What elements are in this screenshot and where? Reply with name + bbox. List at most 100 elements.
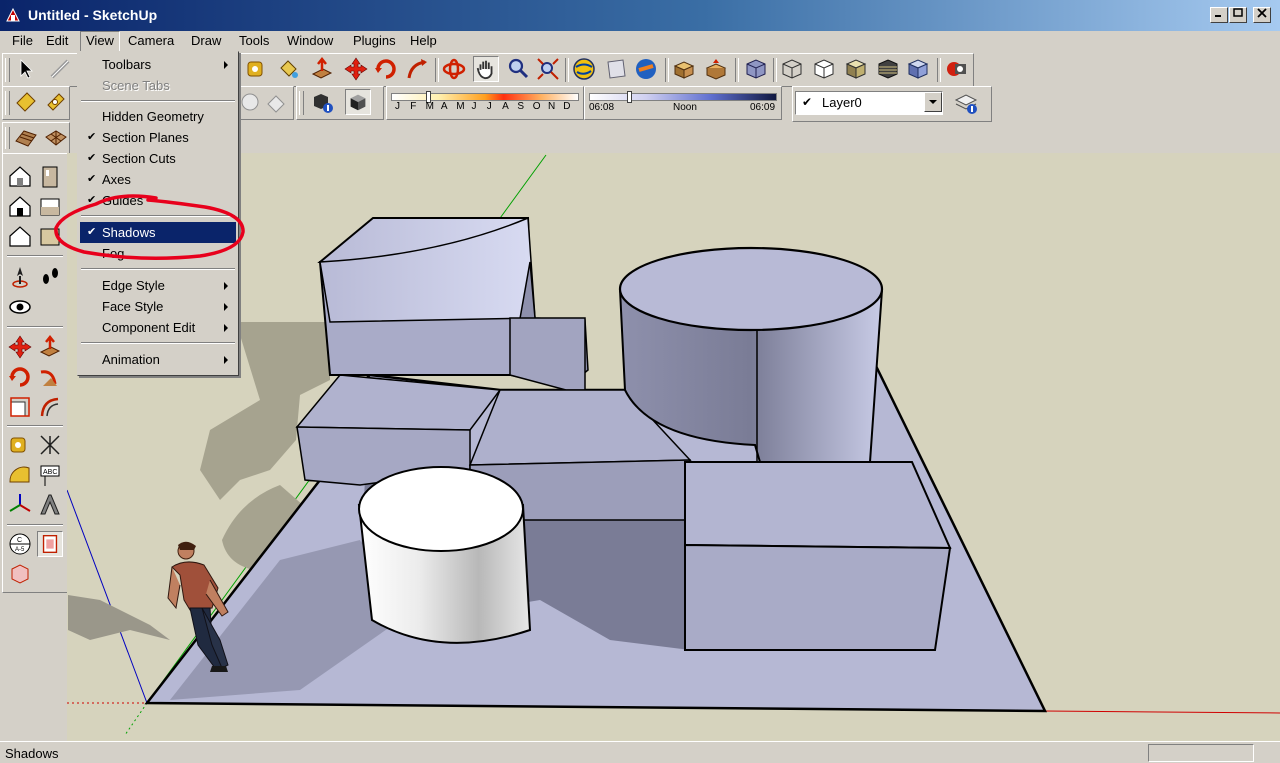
menu-tools[interactable]: Tools: [233, 31, 275, 55]
sketchup-app-icon[interactable]: [5, 7, 21, 23]
layer-dropdown-button[interactable]: [924, 92, 942, 112]
photo-texture-icon[interactable]: [603, 56, 629, 82]
layer-visible-check: ✔: [802, 95, 813, 109]
measurements-box[interactable]: [1148, 744, 1254, 762]
wireframe-icon[interactable]: [779, 56, 805, 82]
menu-item-scene-tabs: Scene Tabs: [102, 78, 170, 93]
follow-me-icon[interactable]: [405, 56, 431, 82]
shadow-settings-icon[interactable]: [309, 89, 335, 115]
right-box-front: [684, 543, 952, 651]
display-shadows-button[interactable]: [345, 89, 371, 115]
position-camera-icon[interactable]: [7, 264, 33, 290]
toolbar-grip[interactable]: [5, 91, 10, 115]
menu-item-animation[interactable]: Animation: [80, 349, 236, 370]
3d-text-icon[interactable]: [37, 492, 63, 518]
orbit-icon[interactable]: [441, 56, 467, 82]
paint-bucket-icon[interactable]: [275, 56, 301, 82]
section-display-button[interactable]: [37, 531, 63, 557]
maximize-icon: [1233, 8, 1243, 17]
tall-block-ledge: [509, 317, 586, 391]
scale-icon[interactable]: [7, 394, 33, 420]
menu-item-face-style[interactable]: Face Style: [80, 296, 236, 317]
display-shadows-icon: [350, 94, 366, 111]
maximize-button[interactable]: [1229, 7, 1247, 23]
push-pull-icon[interactable]: [309, 56, 335, 82]
monochrome-icon[interactable]: [905, 56, 931, 82]
line-icon[interactable]: [47, 56, 73, 82]
look-around-icon[interactable]: [7, 294, 33, 320]
menu-item-section-cuts[interactable]: ✔ Section Cuts: [80, 148, 236, 169]
time-slider[interactable]: [589, 93, 777, 101]
move-icon[interactable]: [343, 56, 369, 82]
section-fill-icon[interactable]: [7, 561, 33, 587]
menu-item-axes[interactable]: ✔ Axes: [80, 169, 236, 190]
right-box-top: [684, 461, 952, 550]
close-button[interactable]: [1253, 7, 1271, 23]
toolbar-grip[interactable]: [5, 58, 10, 82]
axes-tool-icon[interactable]: [7, 492, 33, 518]
month-tick-label: N: [548, 101, 556, 112]
components-icon[interactable]: [671, 56, 697, 82]
offset-icon[interactable]: [37, 394, 63, 420]
tape-measure-icon[interactable]: [243, 56, 269, 82]
tape-icon[interactable]: [13, 89, 39, 115]
dimension-icon[interactable]: [43, 89, 69, 115]
circle-guide-icon[interactable]: [237, 89, 263, 115]
walk-icon[interactable]: [37, 264, 63, 290]
front-view-icon[interactable]: [7, 194, 33, 220]
right-view-icon[interactable]: [37, 164, 63, 190]
top-view-icon[interactable]: [7, 224, 33, 250]
protractor-icon[interactable]: [7, 462, 33, 488]
menu-edit[interactable]: Edit: [40, 31, 74, 55]
submenu-arrow-icon: [224, 303, 228, 311]
shaded-icon[interactable]: [843, 56, 869, 82]
share-icon[interactable]: [703, 56, 729, 82]
push-pull-tool-icon[interactable]: [37, 334, 63, 360]
xray-icon[interactable]: [743, 56, 769, 82]
month-tick-label: A: [502, 101, 509, 112]
menu-file[interactable]: File: [6, 31, 39, 55]
sandbox-scratch-icon[interactable]: [43, 125, 69, 151]
blue-axis: [67, 489, 148, 704]
eraser-icon[interactable]: [263, 89, 289, 115]
menu-item-edge-style[interactable]: Edge Style: [80, 275, 236, 296]
section-plane-icon[interactable]: C A-5: [7, 531, 33, 557]
follow-me-tool-icon[interactable]: [37, 364, 63, 390]
textured-icon[interactable]: [875, 56, 901, 82]
rotate-tool-icon[interactable]: [7, 364, 33, 390]
menu-item-hidden-geometry[interactable]: Hidden Geometry: [80, 106, 236, 127]
chevron-down-icon: [929, 100, 937, 104]
menu-separator: [81, 100, 235, 102]
rotate-icon[interactable]: [373, 56, 399, 82]
iso-view-icon[interactable]: [7, 164, 33, 190]
green-axis-dotted: [124, 702, 148, 736]
layer-manager-icon[interactable]: [953, 90, 979, 116]
menu-item-section-planes[interactable]: ✔ Section Planes: [80, 127, 236, 148]
text-icon[interactable]: ABC: [37, 462, 63, 488]
warehouse-icon[interactable]: [633, 56, 659, 82]
menu-window[interactable]: Window: [281, 31, 339, 55]
menu-plugins[interactable]: Plugins: [347, 31, 402, 55]
tape-tool-icon[interactable]: [7, 432, 33, 458]
minimize-button[interactable]: [1210, 7, 1228, 23]
select-icon[interactable]: [13, 56, 39, 82]
dimension-tool-icon[interactable]: [37, 432, 63, 458]
toolbar-grip[interactable]: [5, 127, 10, 149]
zoom-icon[interactable]: [505, 56, 531, 82]
date-slider[interactable]: [391, 93, 579, 101]
red-annotation-circle: [54, 194, 245, 260]
toolbar-grip[interactable]: [299, 91, 304, 115]
hidden-line-icon[interactable]: [811, 56, 837, 82]
red-axis: [1044, 710, 1280, 714]
extension-icon[interactable]: [943, 56, 969, 82]
menu-help[interactable]: Help: [404, 31, 443, 55]
pan-button[interactable]: [473, 56, 499, 82]
earth-icon[interactable]: [571, 56, 597, 82]
menu-item-toolbars[interactable]: Toolbars: [80, 54, 236, 75]
menu-item-component-edit[interactable]: Component Edit: [80, 317, 236, 338]
time-slider-thumb[interactable]: [627, 91, 632, 103]
zoom-extents-icon[interactable]: [535, 56, 561, 82]
move-tool-icon[interactable]: [7, 334, 33, 360]
layer-dropdown[interactable]: ✔ Layer0: [795, 91, 943, 115]
sandbox-contours-icon[interactable]: [13, 125, 39, 151]
